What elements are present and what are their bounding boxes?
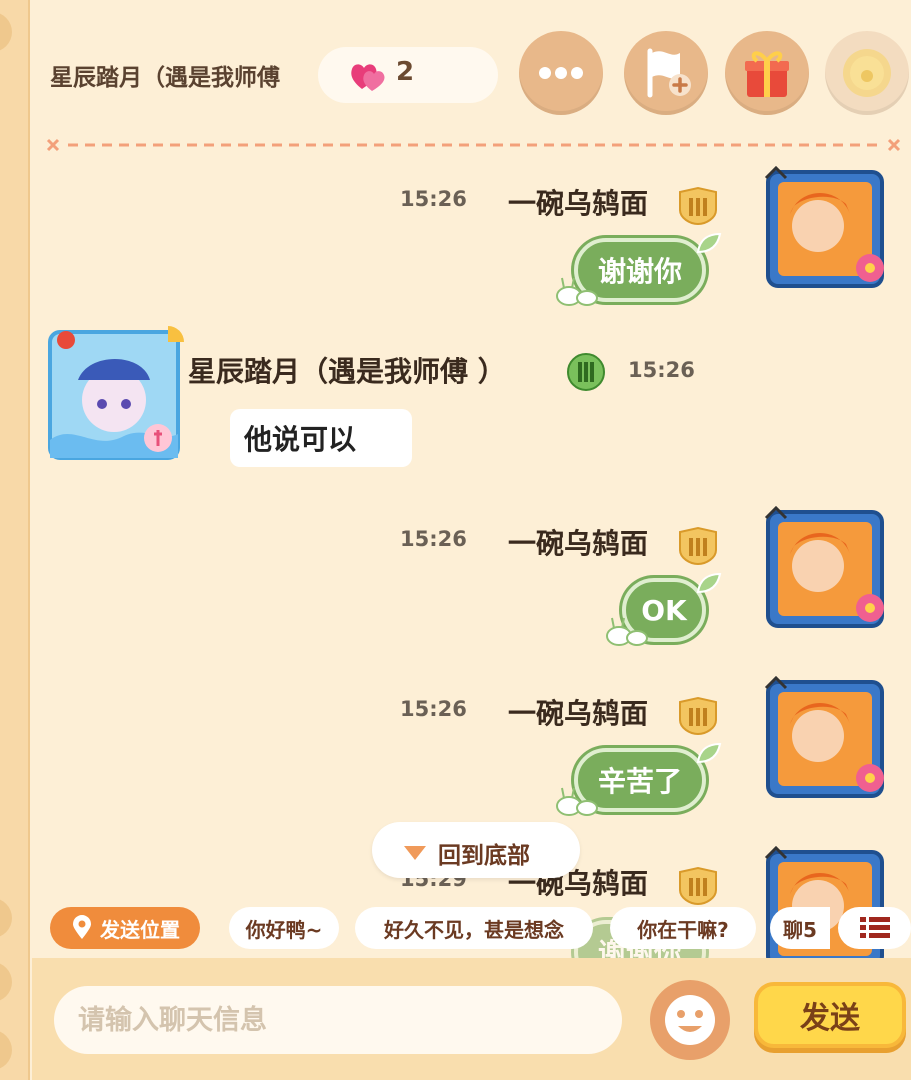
send-button[interactable]: 发送 <box>754 982 906 1048</box>
message-sender: 星辰踏月（遇是我师傅 ） <box>188 355 506 388</box>
bunny-icon <box>556 277 598 306</box>
send-location-label: 发送位置 <box>100 917 180 942</box>
add-friend-button[interactable] <box>624 31 708 115</box>
chat-panel: 星辰踏月（遇是我师傅 2 15:26 一碗乌鸫面 谢谢你 星辰踏月（遇是我师傅 … <box>32 0 911 1080</box>
rail-knob <box>0 898 12 938</box>
quick-phrase-chip[interactable]: 你在干嘛? <box>610 907 756 949</box>
my-avatar[interactable] <box>760 674 890 804</box>
coin-icon <box>843 49 891 97</box>
chat-header: 星辰踏月（遇是我师傅 2 <box>32 0 911 152</box>
back-to-bottom-label: 回到底部 <box>438 843 530 869</box>
peer-avatar[interactable] <box>44 322 186 464</box>
my-avatar[interactable] <box>760 164 890 294</box>
rank-badge-icon <box>679 866 717 906</box>
avatar-image <box>764 675 884 798</box>
input-bar: 发送 <box>32 958 911 1080</box>
message-sender: 一碗乌鸫面 <box>508 697 649 730</box>
chat-input[interactable] <box>54 986 622 1054</box>
rail-knob <box>0 12 12 52</box>
add-friend-flag-icon <box>647 48 691 98</box>
message-time: 15:26 <box>400 697 467 721</box>
gift-icon <box>745 51 789 97</box>
more-button[interactable] <box>519 31 603 115</box>
location-pin-icon <box>73 915 91 939</box>
rank-badge-icon <box>679 186 717 226</box>
rank-badge-icon <box>679 526 717 566</box>
avatar-image <box>764 505 884 628</box>
quick-phrase-list-button[interactable] <box>838 907 911 949</box>
send-location-button[interactable]: 发送位置 <box>50 907 200 949</box>
emoji-button[interactable] <box>650 980 730 1060</box>
peer-message-bubble[interactable]: 他说可以 <box>230 409 412 467</box>
peer-name: 星辰踏月（遇是我师傅 <box>50 65 280 91</box>
intimacy-pill[interactable]: 2 <box>318 47 498 103</box>
back-to-bottom-button[interactable]: 回到底部 <box>372 822 580 878</box>
list-icon <box>859 917 890 938</box>
more-icon <box>539 67 583 79</box>
quick-phrase-chip[interactable]: 聊5 <box>770 907 830 949</box>
my-avatar[interactable] <box>760 504 890 634</box>
gift-button[interactable] <box>725 31 809 115</box>
leaf-icon <box>696 232 722 254</box>
message-time: 15:26 <box>628 358 695 382</box>
leaf-icon <box>696 742 722 764</box>
message-time: 15:26 <box>400 187 467 211</box>
rank-badge-icon <box>679 696 717 736</box>
rank-badge-icon <box>567 353 605 391</box>
quick-phrase-chip[interactable]: 你好鸭~ <box>229 907 339 949</box>
rail-knob <box>0 1030 12 1070</box>
smiley-icon <box>665 995 715 1045</box>
intimacy-count: 2 <box>396 57 415 87</box>
bunny-icon <box>556 787 598 816</box>
avatar-image <box>764 165 884 288</box>
heart-icon <box>351 64 385 91</box>
leaf-icon <box>696 572 722 594</box>
avatar-image <box>48 326 184 460</box>
quick-phrase-chip[interactable]: 好久不见，甚是想念 <box>355 907 593 949</box>
message-time: 15:26 <box>400 527 467 551</box>
triangle-down-icon <box>404 846 426 860</box>
message-sender: 一碗乌鸫面 <box>508 187 649 220</box>
message-sender: 一碗乌鸫面 <box>508 527 649 560</box>
bunny-icon <box>606 617 648 646</box>
rail-knob <box>0 962 12 1002</box>
coin-button[interactable] <box>825 31 909 115</box>
left-rail <box>0 0 30 1080</box>
